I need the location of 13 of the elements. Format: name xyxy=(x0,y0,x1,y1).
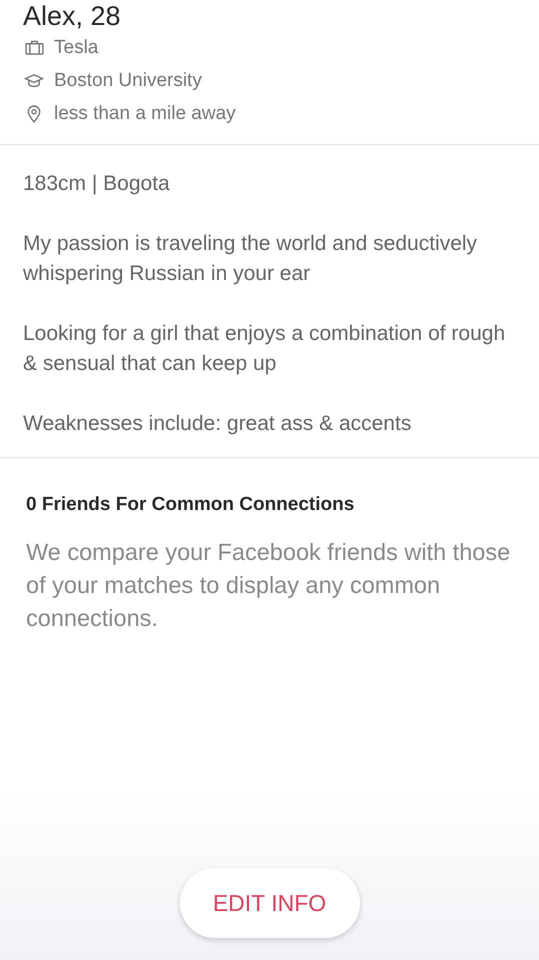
bio-paragraph: My passion is traveling the world and seductively whispering Russian in your ear xyxy=(23,231,478,287)
profile-detail: less than a mile away xyxy=(54,102,236,124)
edit-info-button[interactable]: EDIT INFO xyxy=(180,868,360,938)
section-heading: 0 Friends For Common Connections xyxy=(26,494,356,516)
bio-paragraph: Weaknesses include: great ass & accents xyxy=(23,411,412,437)
briefcase-icon xyxy=(23,40,45,55)
profile-detail: Tesla xyxy=(54,36,98,58)
profile-name: Alex, 28 xyxy=(23,0,122,31)
bio-paragraph: Looking for a girl that enjoys a combination of rough & sensual that can keep up xyxy=(23,321,506,377)
bio-paragraph: 183cm | Bogota xyxy=(23,171,171,197)
profile-detail: Boston University xyxy=(54,70,202,92)
graduation-cap-icon xyxy=(23,73,45,88)
section-description: We compare your Facebook friends with those of your matches to display any common connections. xyxy=(26,538,512,633)
